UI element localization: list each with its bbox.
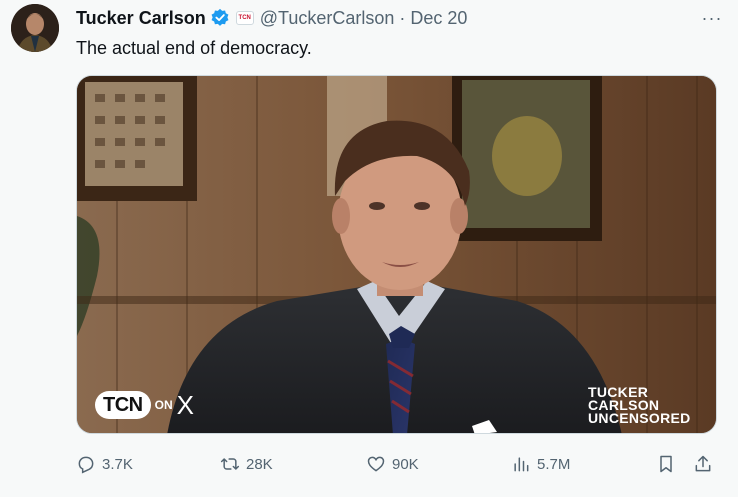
tcn-on-text: ON [154, 398, 173, 412]
like-icon [367, 456, 385, 472]
video-frame [77, 76, 716, 433]
verified-badge-icon[interactable] [210, 8, 230, 28]
tweet-header: Tucker Carlson TCN @TuckerCarlson · Dec … [76, 7, 724, 29]
tucker-carlson-uncensored-logo: TUCKER CARLSON UNCENSORED [588, 385, 698, 426]
share-button[interactable] [693, 450, 713, 478]
like-count: 90K [392, 455, 419, 473]
action-bar: 3.7K 28K 90K 5.7M [76, 450, 718, 478]
logo-line-3: UNCENSORED [588, 410, 691, 426]
repost-icon [220, 458, 240, 470]
author-name[interactable]: Tucker Carlson [76, 8, 206, 29]
bookmark-button[interactable] [656, 450, 676, 478]
reply-button[interactable]: 3.7K [76, 450, 133, 478]
tweet-text: The actual end of democracy. [76, 38, 312, 58]
more-options-icon[interactable]: ··· [700, 7, 724, 29]
tcn-logo-text: TCN [95, 391, 151, 419]
tcn-on-x-logo: TCN ON X [95, 390, 194, 420]
video-thumbnail[interactable]: TCN ON X TUCKER CARLSON UNCENSORED [76, 75, 717, 434]
repost-button[interactable]: 28K [220, 450, 273, 478]
avatar[interactable] [11, 4, 59, 52]
tweet[interactable]: Tucker Carlson TCN @TuckerCarlson · Dec … [0, 0, 738, 497]
share-icon [695, 455, 711, 472]
x-logo-icon: X [176, 390, 194, 420]
bookmark-icon [660, 455, 672, 473]
affiliation-badge-icon[interactable]: TCN [235, 11, 254, 25]
like-button[interactable]: 90K [366, 450, 419, 478]
views-button[interactable]: 5.7M [511, 450, 570, 478]
views-count: 5.7M [537, 455, 571, 473]
reply-icon [78, 456, 94, 474]
reply-count: 3.7K [102, 455, 133, 473]
separator-dot: · [399, 7, 406, 28]
author-handle[interactable]: @TuckerCarlson [260, 8, 395, 29]
repost-count: 28K [246, 455, 273, 473]
post-date[interactable]: Dec 20 [410, 8, 467, 29]
views-icon [514, 457, 529, 472]
